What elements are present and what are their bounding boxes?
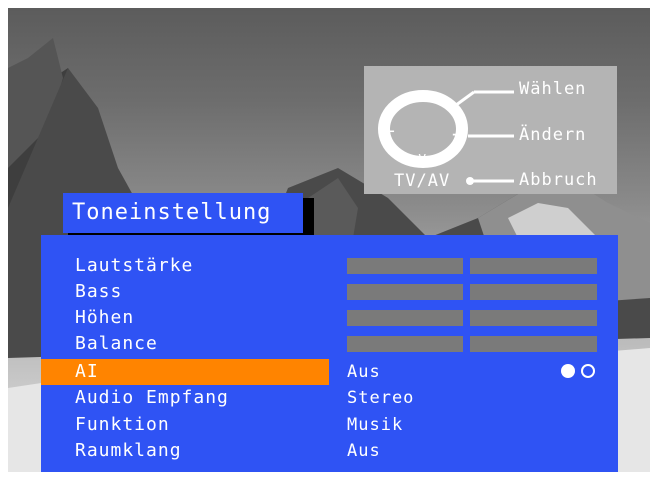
- menu-item-value: Stereo: [347, 388, 415, 408]
- down-arrow-icon: v: [418, 150, 428, 166]
- tv-screen: ^ v − + Wählen Ändern TV/AV Abbruch Tone…: [8, 8, 650, 472]
- bass-bar-left: [347, 284, 463, 300]
- menu-item-bass[interactable]: Bass: [41, 279, 618, 305]
- cancel-hint: Abbruch: [519, 170, 598, 190]
- menu-item-label: Höhen: [75, 307, 135, 328]
- menu-item-audio-reception[interactable]: Audio Empfang Stereo: [41, 385, 618, 411]
- remote-guide: ^ v − + Wählen Ändern TV/AV Abbruch: [364, 66, 617, 194]
- select-hint: Wählen: [519, 79, 587, 99]
- menu-item-value: Aus: [347, 362, 381, 382]
- menu-item-ai[interactable]: AI Aus: [41, 359, 618, 385]
- menu-title: Toneinstellung: [63, 193, 303, 233]
- menu-item-label: Audio Empfang: [75, 387, 229, 408]
- source-hint: TV/AV: [394, 171, 451, 191]
- menu-item-label: Lautstärke: [75, 255, 194, 276]
- change-hint: Ändern: [519, 125, 587, 145]
- menu-item-label: Raumklang: [75, 440, 182, 461]
- sound-settings-panel: Lautstärke Bass Höhen Balance AI Aus Aud…: [41, 235, 618, 472]
- minus-icon: −: [384, 121, 396, 142]
- menu-item-label: Bass: [75, 281, 123, 302]
- bass-bar-right: [470, 284, 597, 300]
- treble-bar-left: [347, 310, 463, 326]
- menu-item-value: Musik: [347, 415, 404, 435]
- up-arrow-icon: ^: [418, 92, 428, 108]
- menu-item-label: AI: [75, 361, 99, 382]
- menu-item-label: Funktion: [75, 414, 170, 435]
- volume-bar-right: [470, 258, 597, 274]
- plus-icon: +: [452, 122, 466, 146]
- menu-item-volume[interactable]: Lautstärke: [41, 253, 618, 279]
- treble-bar-right: [470, 310, 597, 326]
- menu-item-label: Balance: [75, 333, 158, 354]
- menu-item-surround[interactable]: Raumklang Aus: [41, 438, 618, 464]
- filled-dot-icon: [561, 364, 575, 378]
- balance-bar-right: [470, 336, 597, 352]
- menu-item-treble[interactable]: Höhen: [41, 305, 618, 331]
- ai-toggle-indicator: [561, 364, 601, 380]
- menu-item-function[interactable]: Funktion Musik: [41, 412, 618, 438]
- menu-item-balance[interactable]: Balance: [41, 331, 618, 357]
- empty-dot-icon: [581, 364, 595, 378]
- balance-bar-left: [347, 336, 463, 352]
- volume-bar-left: [347, 258, 463, 274]
- menu-item-value: Aus: [347, 441, 381, 461]
